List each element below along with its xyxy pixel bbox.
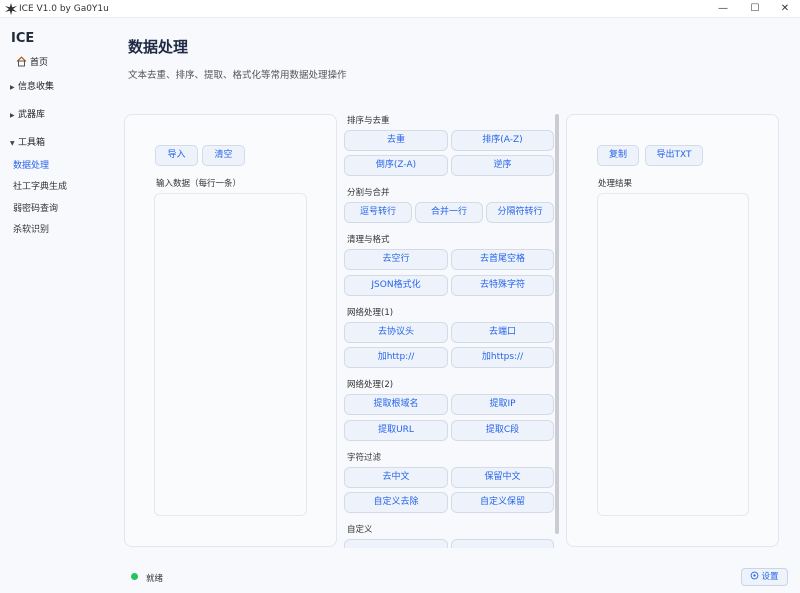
input-textarea[interactable] — [154, 193, 307, 516]
sidebar-item-data-processing[interactable]: 数据处理 — [13, 160, 49, 172]
title-bar: ICE V1.0 by Ga0Y1u — ☐ ✕ — [0, 0, 800, 18]
section-title-clean-format: 清理与格式 — [347, 235, 390, 245]
minimize-button[interactable]: — — [708, 0, 738, 18]
operations-panel: 排序与去重 去重 排序(A-Z) 倒序(Z-A) 逆序 分割与合并 逗号转行 合… — [343, 108, 559, 548]
settings-label: 设置 — [761, 572, 779, 582]
sidebar-group-label: 工具箱 — [18, 138, 46, 148]
custom-op-button[interactable] — [344, 539, 448, 548]
brand-title: ICE — [11, 31, 35, 46]
add-http-button[interactable]: 加http:// — [344, 347, 448, 368]
remove-chinese-button[interactable]: 去中文 — [344, 467, 448, 488]
status-text: 就绪 — [146, 574, 164, 584]
sidebar-group-arsenal[interactable]: ▶ 武器库 — [10, 109, 45, 121]
caret-right-icon: ▶ — [10, 84, 15, 91]
custom-op-button[interactable] — [451, 539, 554, 548]
comma-to-lines-button[interactable]: 逗号转行 — [344, 202, 412, 223]
output-textarea[interactable] — [597, 193, 749, 516]
home-icon — [16, 56, 27, 67]
section-title-sort-dedupe: 排序与去重 — [347, 116, 390, 126]
keep-chinese-button[interactable]: 保留中文 — [451, 467, 554, 488]
clear-button[interactable]: 清空 — [202, 145, 245, 166]
reverse-button[interactable]: 逆序 — [451, 155, 554, 176]
input-field-label: 输入数据（每行一条） — [156, 179, 242, 189]
app-logo-icon — [5, 3, 17, 15]
close-button[interactable]: ✕ — [770, 0, 800, 18]
gear-icon — [751, 571, 759, 580]
delimiter-to-lines-button[interactable]: 分隔符转行 — [486, 202, 554, 223]
section-title-network-2: 网络处理(2) — [347, 380, 394, 390]
sidebar-item-weak-password[interactable]: 弱密码查询 — [13, 203, 58, 215]
remove-special-chars-button[interactable]: 去特殊字符 — [451, 275, 554, 296]
trim-button[interactable]: 去首尾空格 — [451, 249, 554, 270]
caret-down-icon: ▼ — [10, 140, 15, 147]
extract-ip-button[interactable]: 提取IP — [451, 394, 554, 415]
sidebar: ICE 首页 ▶ 信息收集 ▶ 武器库 ▼ 工具箱 数据处理 社工字典生成 弱密码查询… — [0, 19, 97, 593]
sidebar-group-label: 信息收集 — [18, 82, 55, 92]
remove-port-button[interactable]: 去端口 — [451, 322, 554, 343]
sidebar-group-label: 武器库 — [18, 110, 46, 120]
extract-url-button[interactable]: 提取URL — [344, 420, 448, 441]
operations-scrollbar[interactable] — [555, 114, 559, 534]
sidebar-group-info-gathering[interactable]: ▶ 信息收集 — [10, 81, 54, 93]
merge-line-button[interactable]: 合并一行 — [415, 202, 483, 223]
sidebar-item-home[interactable]: 首页 — [16, 56, 48, 68]
window-title: ICE V1.0 by Ga0Y1u — [19, 4, 109, 14]
settings-button[interactable]: 设置 — [741, 568, 788, 586]
section-title-char-filter: 字符过滤 — [347, 453, 382, 463]
sort-asc-button[interactable]: 排序(A-Z) — [451, 130, 554, 151]
sidebar-item-label: 首页 — [30, 58, 49, 68]
page-description: 文本去重、排序、提取、格式化等常用数据处理操作 — [128, 70, 347, 81]
add-https-button[interactable]: 加https:// — [451, 347, 554, 368]
sidebar-item-social-dict[interactable]: 社工字典生成 — [13, 181, 67, 193]
dedupe-button[interactable]: 去重 — [344, 130, 448, 151]
section-title-custom: 自定义 — [347, 525, 373, 535]
section-title-split-merge: 分割与合并 — [347, 188, 390, 198]
remove-empty-lines-button[interactable]: 去空行 — [344, 249, 448, 270]
status-indicator — [131, 573, 138, 580]
import-button[interactable]: 导入 — [155, 145, 198, 166]
remove-protocol-button[interactable]: 去协议头 — [344, 322, 448, 343]
copy-button[interactable]: 复制 — [597, 145, 639, 166]
output-field-label: 处理结果 — [598, 179, 633, 189]
page-title: 数据处理 — [128, 38, 189, 56]
sidebar-item-antivirus-detect[interactable]: 杀软识别 — [13, 224, 49, 236]
section-title-network-1: 网络处理(1) — [347, 308, 394, 318]
sidebar-group-toolbox[interactable]: ▼ 工具箱 — [10, 137, 45, 149]
sort-desc-button[interactable]: 倒序(Z-A) — [344, 155, 448, 176]
custom-keep-button[interactable]: 自定义保留 — [451, 492, 554, 513]
caret-right-icon: ▶ — [10, 112, 15, 119]
extract-root-domain-button[interactable]: 提取根域名 — [344, 394, 448, 415]
extract-c-segment-button[interactable]: 提取C段 — [451, 420, 554, 441]
maximize-button[interactable]: ☐ — [740, 0, 770, 18]
custom-remove-button[interactable]: 自定义去除 — [344, 492, 448, 513]
json-format-button[interactable]: JSON格式化 — [344, 275, 448, 296]
export-txt-button[interactable]: 导出TXT — [645, 145, 703, 166]
